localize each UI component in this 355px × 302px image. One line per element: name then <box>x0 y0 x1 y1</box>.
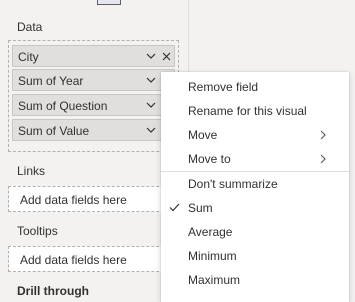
field-pill-sum-of-question[interactable]: Sum of Question <box>12 94 175 116</box>
tooltips-section-title: Tooltips <box>17 224 58 238</box>
menu-item-label: Move <box>188 128 218 142</box>
field-pill-city[interactable]: City <box>12 45 175 67</box>
menu-item-label: Remove field <box>188 80 259 94</box>
menu-item-label: Maximum <box>188 273 241 287</box>
field-label: Sum of Value <box>18 124 90 138</box>
field-context-menu: Remove field Rename for this visual Move… <box>161 72 349 302</box>
menu-item-maximum[interactable]: Maximum <box>161 268 349 292</box>
menu-item-minimum[interactable]: Minimum <box>161 244 349 268</box>
menu-item-sum[interactable]: Sum <box>161 196 349 220</box>
chevron-down-icon[interactable] <box>146 101 156 109</box>
field-label: Sum of Question <box>18 99 108 113</box>
field-pill-sum-of-value[interactable]: Sum of Value <box>12 119 175 141</box>
checkmark-icon <box>169 203 180 212</box>
links-drop-zone[interactable]: Add data fields here <box>8 186 179 212</box>
menu-item-move[interactable]: Move <box>161 123 349 147</box>
visual-icon[interactable] <box>97 0 121 5</box>
data-section-title: Data <box>17 20 43 34</box>
fields-pane: Data City Sum of Year Sum of Question Su… <box>0 0 188 298</box>
drill-through-section-title: Drill through <box>17 284 89 298</box>
close-icon[interactable] <box>162 52 171 61</box>
chevron-down-icon[interactable] <box>146 126 156 134</box>
drop-zone-placeholder: Add data fields here <box>20 193 127 207</box>
menu-item-label: Minimum <box>188 249 237 263</box>
menu-item-average[interactable]: Average <box>161 220 349 244</box>
menu-item-label: Sum <box>188 201 213 215</box>
menu-item-rename[interactable]: Rename for this visual <box>161 99 349 123</box>
field-pill-sum-of-year[interactable]: Sum of Year <box>12 69 175 91</box>
menu-item-label: Move to <box>188 152 231 166</box>
links-section-title: Links <box>17 164 46 178</box>
chevron-down-icon[interactable] <box>146 52 156 60</box>
field-label: Sum of Year <box>18 74 84 88</box>
menu-item-dont-summarize[interactable]: Don't summarize <box>161 172 349 196</box>
chevron-right-icon <box>320 130 326 140</box>
menu-item-label: Rename for this visual <box>188 104 307 118</box>
field-label: City <box>18 50 39 64</box>
chevron-right-icon <box>320 154 326 164</box>
chevron-down-icon[interactable] <box>146 76 156 84</box>
menu-item-remove-field[interactable]: Remove field <box>161 75 349 99</box>
menu-item-label: Average <box>188 225 233 239</box>
drop-zone-placeholder: Add data fields here <box>20 253 127 267</box>
menu-item-label: Don't summarize <box>188 177 278 191</box>
tooltips-drop-zone[interactable]: Add data fields here <box>8 246 179 272</box>
menu-item-move-to[interactable]: Move to <box>161 147 349 171</box>
